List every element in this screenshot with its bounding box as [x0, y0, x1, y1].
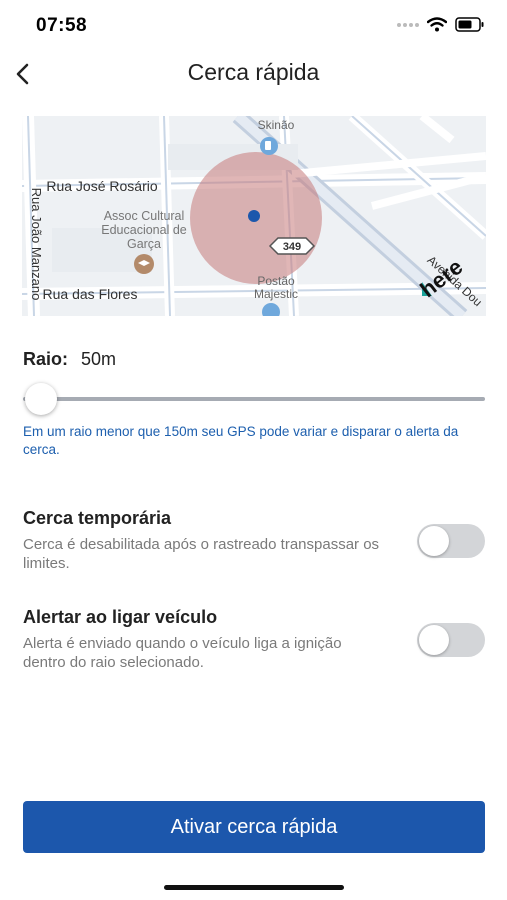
temporary-fence-option: Cerca temporária Cerca é desabilitada ap…: [23, 508, 485, 573]
option-description: Cerca é desabilitada após o rastreado tr…: [23, 536, 380, 572]
toggle-knob: [419, 625, 449, 655]
temporary-fence-toggle[interactable]: [417, 524, 485, 558]
poi-label: Garça: [127, 237, 161, 251]
street-label: Rua das Flores: [43, 286, 138, 302]
map[interactable]: 349 Rua José Rosário Rua João Manzano Ru…: [22, 116, 486, 316]
fuel-pin-icon: [260, 137, 278, 155]
nav-bar: Cerca rápida: [0, 50, 507, 98]
option-description: Alerta é enviado quando o veículo liga a…: [23, 635, 342, 671]
radius-label: Raio:: [23, 349, 68, 369]
radius-row: Raio: 50m: [23, 349, 116, 370]
poi-label: Assoc Cultural: [104, 209, 185, 223]
home-indicator[interactable]: [164, 885, 344, 890]
option-title: Cerca temporária: [23, 508, 172, 528]
street-label: Rua José Rosário: [46, 178, 157, 194]
toggle-knob: [419, 526, 449, 556]
cellular-signal-icon: [397, 22, 419, 27]
activate-fence-button[interactable]: Ativar cerca rápida: [23, 801, 485, 853]
slider-thumb[interactable]: [25, 383, 57, 415]
status-time: 07:58: [36, 15, 88, 36]
status-icons: [397, 17, 485, 32]
radius-slider[interactable]: [23, 381, 485, 415]
wifi-icon: [427, 17, 447, 32]
slider-track: [23, 397, 485, 401]
poi-label: Postão: [257, 274, 295, 288]
route-shield-label: 349: [283, 241, 301, 253]
poi-label: Skinão: [258, 118, 295, 132]
street-label: Rua João Manzano: [29, 188, 44, 301]
vehicle-location-icon: [248, 210, 260, 222]
page-title: Cerca rápida: [187, 59, 320, 85]
poi-label: Educacional de: [101, 223, 187, 237]
status-bar: 07:58: [0, 0, 507, 50]
poi-label: Majestic: [254, 287, 298, 301]
school-pin-icon: [134, 254, 154, 274]
option-title: Alertar ao ligar veículo: [23, 607, 218, 627]
radius-hint: Em um raio menor que 150m seu GPS pode v…: [23, 424, 459, 457]
battery-icon: [455, 17, 484, 32]
ignition-alert-option: Alertar ao ligar veículo Alerta é enviad…: [23, 607, 485, 672]
radius-value: 50m: [81, 349, 117, 369]
ignition-alert-toggle[interactable]: [417, 623, 485, 657]
